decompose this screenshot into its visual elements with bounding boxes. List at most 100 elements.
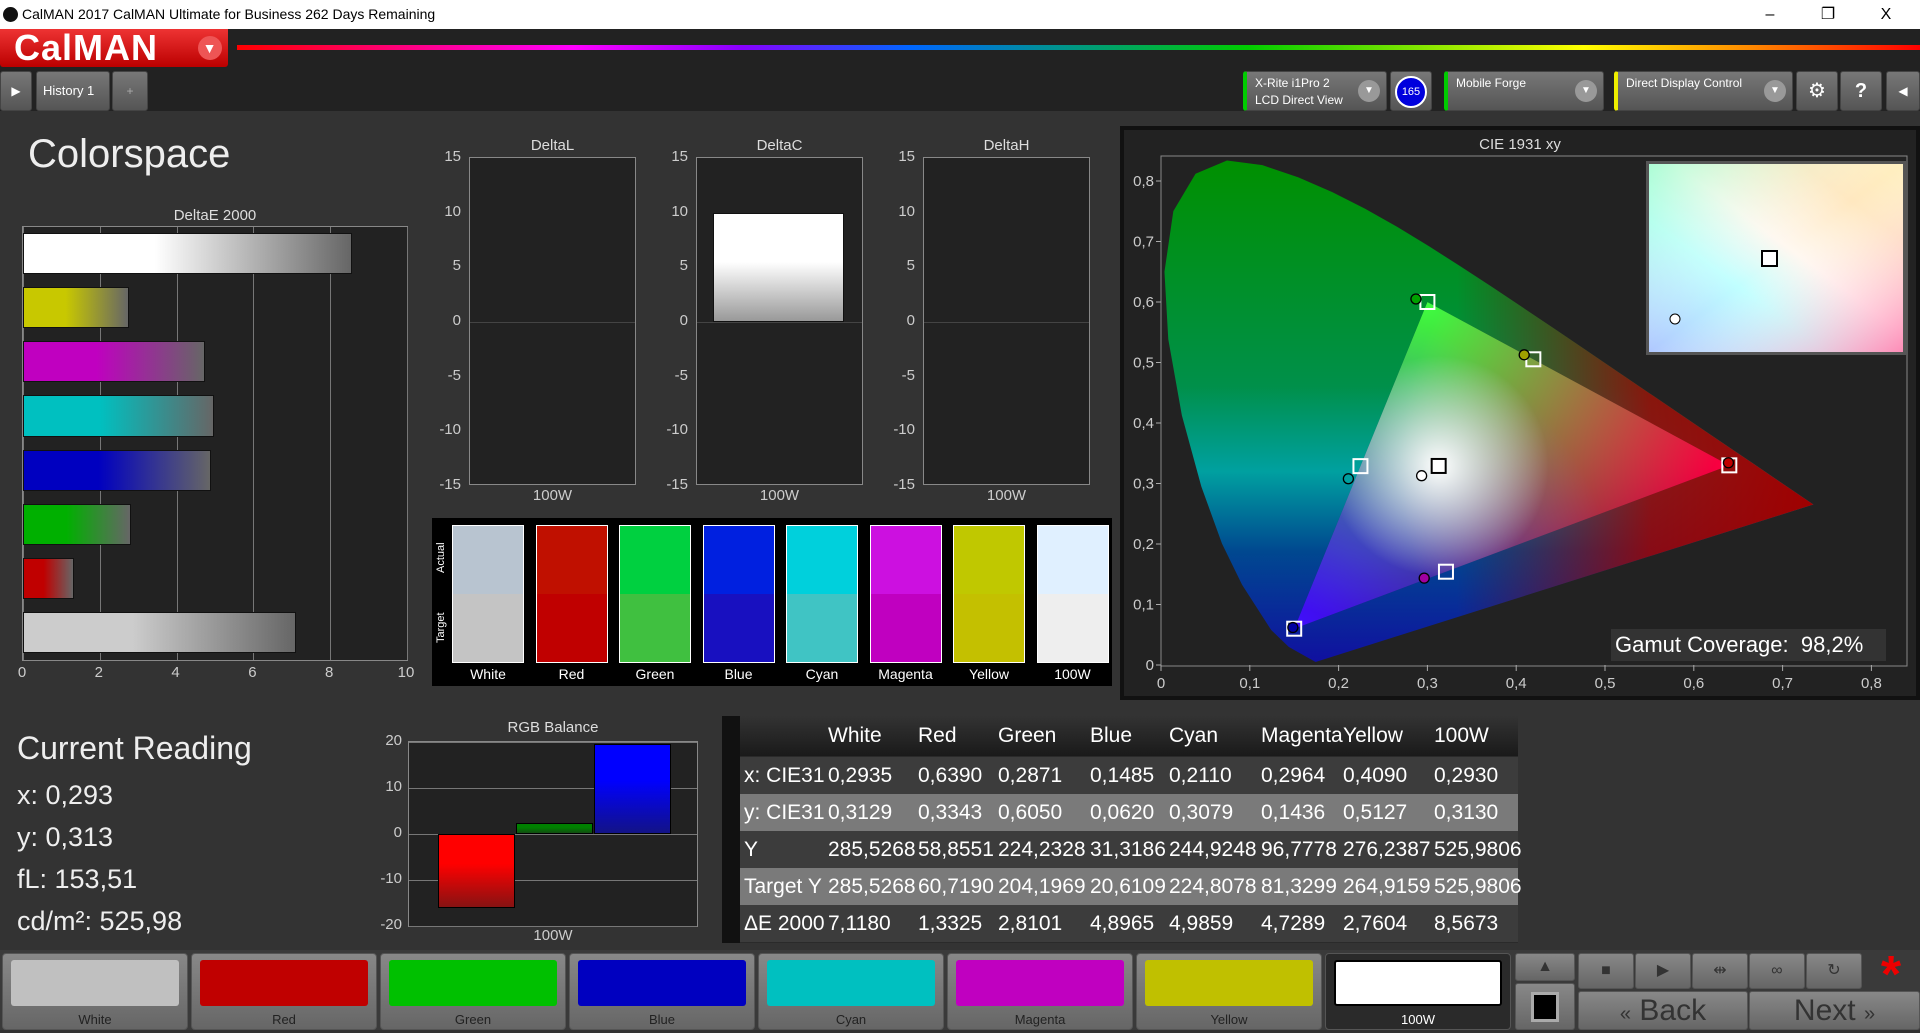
delta-chart-deltac: [696, 157, 863, 485]
gridline: [176, 227, 178, 660]
swatch-panel: Actual Target White Red Green Blue Cyan Magen…: [432, 518, 1112, 686]
column-header: Red: [918, 724, 957, 747]
gridline: [330, 227, 332, 660]
x-tick-label: 0,8: [1861, 675, 1882, 692]
inset-measured-marker: [1669, 313, 1681, 325]
chevron-down-icon: ▼: [198, 36, 222, 60]
target-color: [787, 594, 857, 662]
tab-history-1[interactable]: History 1: [36, 71, 110, 111]
step-icon[interactable]: ⇹: [1692, 953, 1748, 989]
close-button[interactable]: X: [1866, 0, 1906, 29]
table-cell: 0,3079: [1169, 801, 1234, 824]
table-cell: 0,3129: [828, 801, 893, 824]
y-tick-label: -15: [439, 476, 461, 493]
table-cell: 276,2387: [1343, 838, 1431, 861]
meter-selector[interactable]: X-Rite i1Pro 2 LCD Direct View ▼: [1243, 71, 1387, 111]
table-cell: 58,8551: [918, 838, 994, 861]
add-tab-button[interactable]: +: [112, 71, 148, 111]
refresh-icon[interactable]: ↻: [1806, 953, 1862, 989]
patch-button-red[interactable]: Red: [191, 953, 377, 1030]
gridline: [253, 227, 255, 660]
patch-button-yellow[interactable]: Yellow: [1136, 953, 1322, 1030]
help-button[interactable]: ?: [1840, 71, 1882, 111]
patch-button-100w[interactable]: 100W: [1325, 953, 1511, 1030]
restore-button[interactable]: ❐: [1808, 0, 1848, 29]
patch-color: [11, 960, 179, 1006]
measured-marker-magenta: [1418, 572, 1430, 584]
row-label: x: CIE31: [744, 764, 825, 787]
patch-color: [578, 960, 746, 1006]
play-icon[interactable]: ▶: [0, 71, 32, 111]
patch-label: Red: [272, 1012, 296, 1027]
table-row: ΔE 2000 7,1180 1,3325 2,8101 4,8965 4,9859 4,7…: [740, 905, 1518, 942]
patch-button-magenta[interactable]: Magenta: [947, 953, 1133, 1030]
x-tick-label: 0,5: [1595, 675, 1616, 692]
column-header: Magenta: [1261, 724, 1343, 747]
header-band: [0, 29, 1920, 71]
measured-marker-yellow: [1518, 349, 1530, 361]
minimize-button[interactable]: –: [1750, 0, 1790, 29]
gear-icon[interactable]: ⚙: [1796, 71, 1838, 111]
y-tick-label: 5: [906, 257, 915, 275]
table-cell: 0,0620: [1090, 801, 1155, 824]
deltae-bar-blue: [23, 449, 212, 491]
next-button[interactable]: Next »: [1749, 991, 1920, 1030]
table-cell: 0,2964: [1261, 764, 1326, 787]
table-cell: 20,6109: [1090, 875, 1166, 898]
actual-color: [870, 526, 941, 594]
delta-chart-title: DeltaC: [756, 137, 803, 154]
row-label: Target Y: [744, 875, 822, 898]
table-cell: 4,8965: [1090, 912, 1155, 935]
table-cell: 0,5127: [1343, 801, 1408, 824]
actual-color: [536, 526, 607, 594]
stop-toggle-button[interactable]: [1515, 983, 1575, 1030]
swatch-label: Cyan: [805, 666, 839, 682]
x-category-label: 100W: [986, 487, 1027, 504]
swatch-magenta: [869, 525, 942, 663]
current-reading-title: Current Reading: [17, 730, 252, 766]
patch-button-cyan[interactable]: Cyan: [758, 953, 944, 1030]
source-selector[interactable]: Mobile Forge ▼: [1444, 71, 1604, 111]
deltae-bar-yellow: [23, 287, 129, 329]
y-tick-label: -20: [380, 916, 402, 933]
target-marker-white: [1430, 457, 1447, 474]
table-row: x: CIE31 0,2935 0,6390 0,2871 0,1485 0,2110 0,…: [740, 757, 1518, 794]
back-button[interactable]: « Back: [1578, 991, 1748, 1030]
x-tick-label: 0,4: [1506, 675, 1527, 692]
reading-cdm2: cd/m²: 525,98: [17, 906, 183, 936]
patch-button-green[interactable]: Green: [380, 953, 566, 1030]
deltae-title: DeltaE 2000: [173, 207, 257, 224]
y-tick-label: 10: [385, 778, 402, 795]
chevron-down-icon: ▼: [1358, 80, 1380, 102]
calman-menu-button[interactable]: CalMAN ▼: [0, 29, 228, 67]
x-tick-label: 4: [171, 664, 180, 681]
patch-button-blue[interactable]: Blue: [569, 953, 755, 1030]
delta-chart-deltah: [923, 157, 1090, 485]
inset-target-marker: [1761, 250, 1778, 267]
measured-marker-cyan: [1342, 473, 1355, 485]
y-tick-label: 10: [444, 202, 461, 220]
logo-text: CalMAN: [14, 27, 159, 68]
chevron-down-icon: ▼: [1764, 80, 1786, 102]
display-selector[interactable]: Direct Display Control ▼: [1614, 71, 1793, 111]
patch-button-white[interactable]: White: [2, 953, 188, 1030]
play-icon[interactable]: ▶: [1635, 953, 1691, 989]
measured-marker-red: [1722, 457, 1735, 469]
stop-icon[interactable]: ■: [1578, 953, 1634, 989]
table-cell: 81,3299: [1261, 875, 1337, 898]
y-tick-label: 0,7: [1133, 234, 1154, 251]
loop-icon[interactable]: ∞: [1749, 953, 1805, 989]
x-category-label: 100W: [532, 487, 573, 504]
actual-color: [1037, 526, 1108, 594]
table-cell: 0,6050: [998, 801, 1063, 824]
table-row: y: CIE31 0,3129 0,3343 0,6050 0,0620 0,3079 0,…: [740, 794, 1518, 831]
y-tick-label: 0,1: [1133, 597, 1154, 614]
table-row: Target Y 285,5268 60,7190 204,1969 20,6109 22…: [740, 868, 1522, 905]
table-cell: 0,2110: [1169, 764, 1232, 787]
y-tick-label: 5: [679, 257, 688, 275]
target-color: [870, 594, 941, 662]
app-icon: [3, 7, 18, 22]
collapse-icon[interactable]: ◀: [1886, 71, 1920, 111]
meter-badge-button[interactable]: 165: [1390, 71, 1432, 111]
scroll-up-icon[interactable]: ▲: [1515, 953, 1575, 981]
